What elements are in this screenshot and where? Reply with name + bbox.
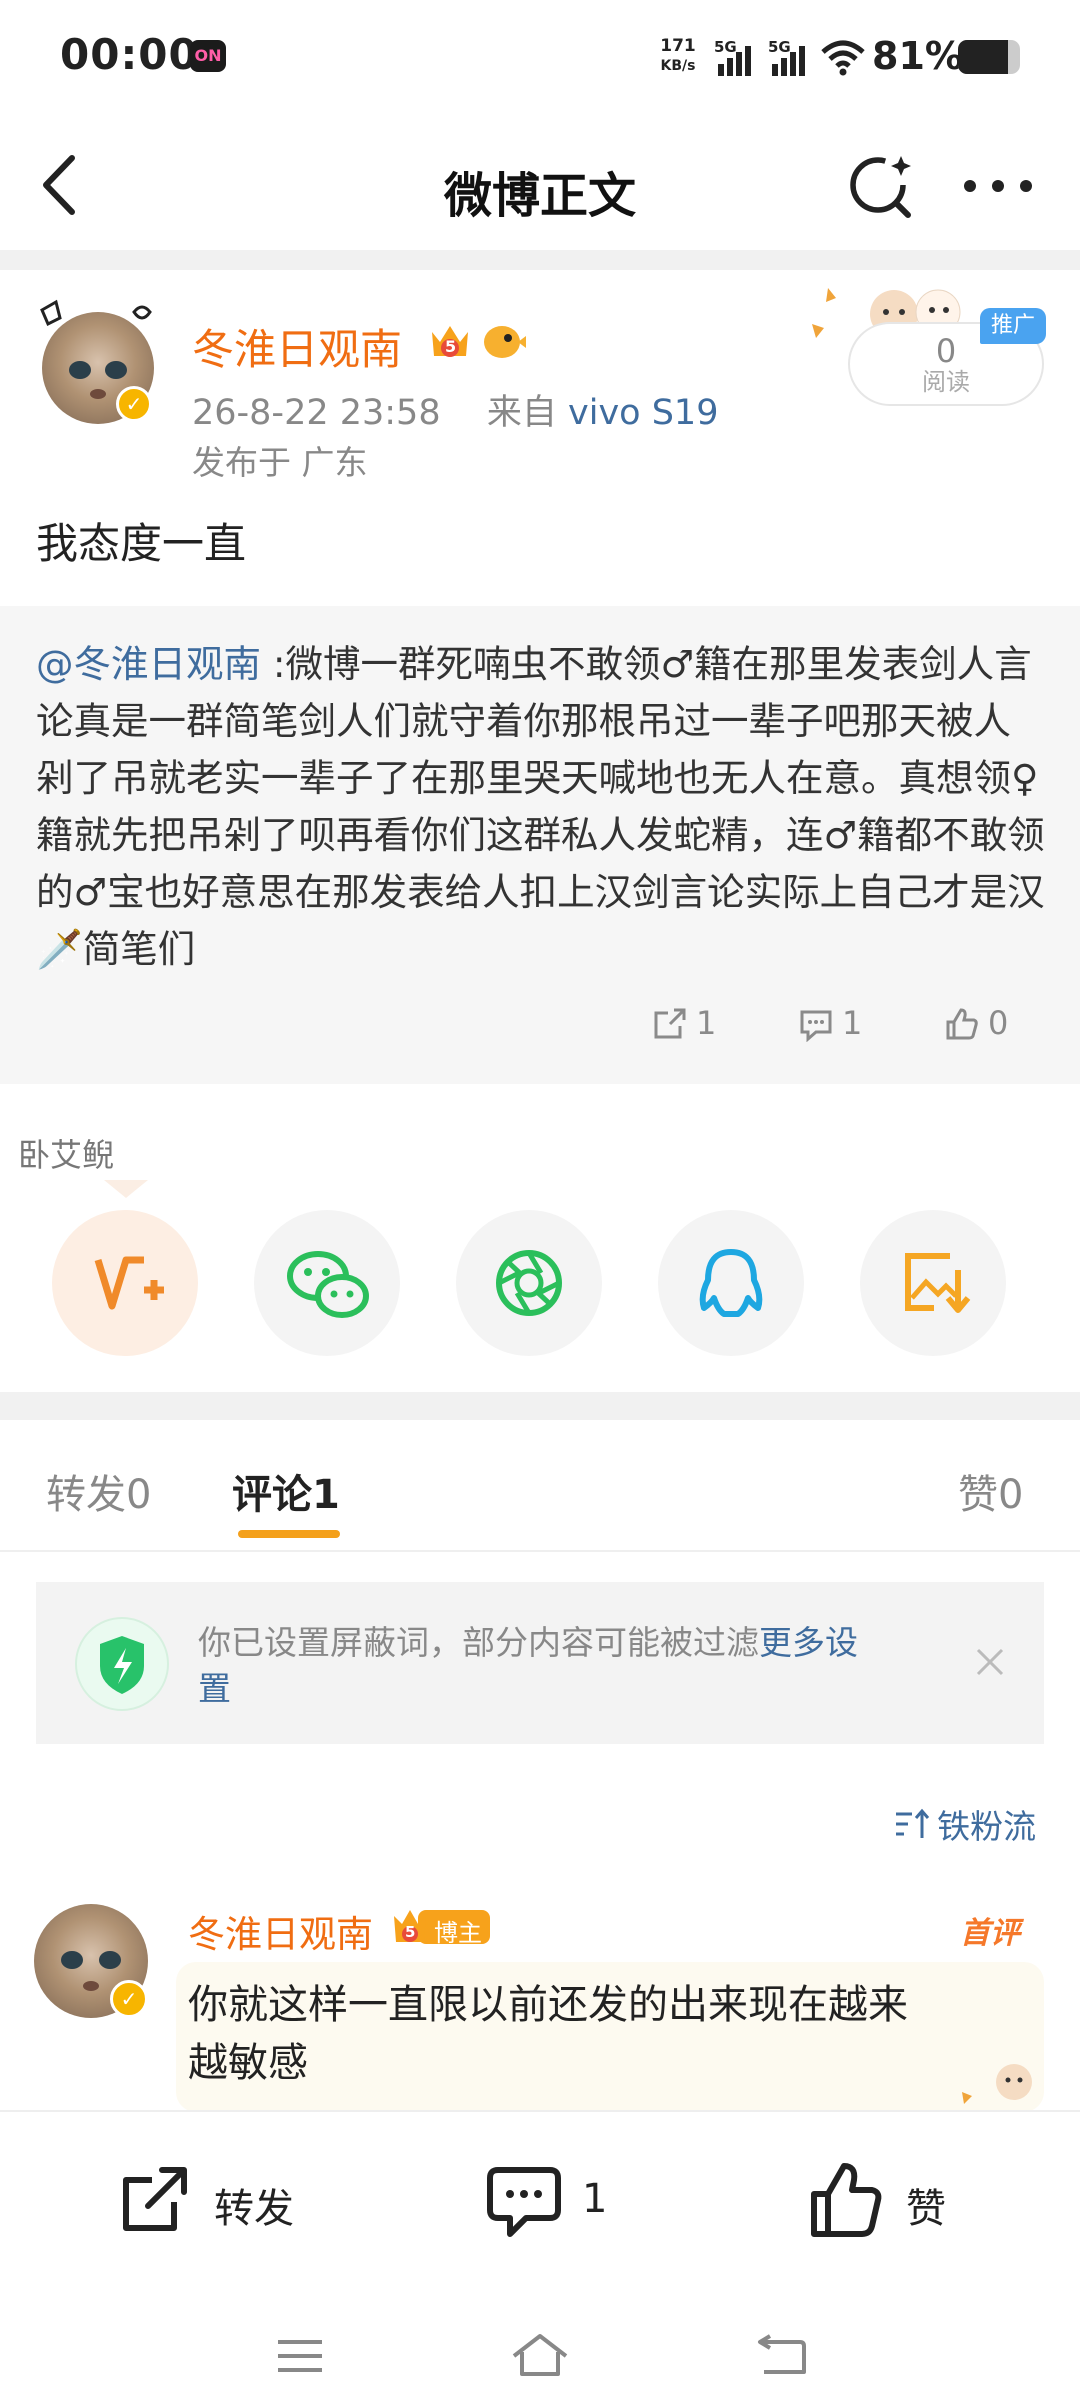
tab-likes-label: 赞 — [958, 1472, 998, 1518]
blogger-badge: 5 博主 — [392, 1904, 492, 1948]
share-save-image-button[interactable] — [860, 1210, 1006, 1356]
repost-content: @冬淮日观南 :微博一群死喃虫不敢领♂籍在那里发表剑人言论真是一群简笔剑人们就守… — [36, 636, 1046, 978]
signal-1-icon: 5G — [714, 38, 760, 78]
comment-author-name[interactable]: 冬淮日观南 — [188, 1904, 373, 1958]
post-avatar-wrapper[interactable]: ✓ — [34, 298, 160, 424]
page-title: 微博正文 — [443, 168, 636, 224]
post-meta: 26-8-22 23:58 来自 vivo S19 — [192, 384, 718, 435]
comment-icon[interactable] — [484, 2164, 564, 2240]
pufferfish-icon — [484, 326, 526, 358]
more-settings-link-cont[interactable]: 置 — [198, 1669, 231, 1708]
first-comment-tag: 首评 — [960, 1916, 1020, 1951]
promo-badge[interactable]: 推广 — [980, 308, 1046, 344]
comment-text: 你就这样一直限以前还发的出来现在越来 越敏感 — [188, 1976, 908, 2092]
bottom-action-bar: 转发 1 赞 — [0, 2110, 1080, 2400]
bottom-repost-label[interactable]: 转发 — [214, 2176, 294, 2234]
repost-comment-count: 1 — [842, 1004, 863, 1042]
filter-notice: 你已设置屏蔽词，部分内容可能被过滤更多设置 — [36, 1582, 1044, 1744]
filter-notice-message: 你已设置屏蔽词，部分内容可能被过滤 — [198, 1623, 759, 1662]
signal-2-icon: 5G — [768, 38, 814, 78]
home-nav-icon[interactable] — [508, 2330, 572, 2380]
tab-comments-count: 1 — [312, 1472, 340, 1518]
bottom-comment-count[interactable]: 1 — [582, 2176, 607, 2222]
post-text: 我态度一直 — [36, 519, 247, 568]
more-icon[interactable] — [962, 178, 1034, 194]
crown-level-number: 5 — [445, 337, 457, 356]
shield-icon — [75, 1617, 169, 1711]
tab-comments-label: 评论 — [232, 1472, 312, 1518]
repost-text: :微博一群死喃虫不敢领♂籍在那里发表剑人言论真是一群简笔剑人们就守着你那根吊过一… — [36, 642, 1045, 971]
verified-badge-icon: ✓ — [116, 386, 152, 422]
divider — [0, 1392, 1080, 1420]
battery-percent: 81% — [872, 34, 963, 78]
tab-likes-count: 0 — [998, 1472, 1024, 1518]
repost-like-count: 0 — [988, 1004, 1009, 1042]
qq-icon — [699, 1249, 763, 1317]
avatar-frame-decoration — [40, 299, 152, 327]
tab-comments[interactable]: 评论1 — [232, 1462, 340, 1520]
share-label-pointer — [104, 1180, 148, 1198]
bottom-like-label[interactable]: 赞 — [906, 2176, 946, 2234]
repost-like-icon[interactable] — [944, 1006, 980, 1042]
share-weibo-button[interactable] — [52, 1210, 198, 1356]
comment-text-line1: 你就这样一直限以前还发的出来现在越来 — [188, 1982, 908, 2028]
repost-icon[interactable] — [118, 2162, 194, 2238]
share-label: 卧艾鲵 — [18, 1136, 115, 1174]
like-icon[interactable] — [808, 2160, 884, 2240]
read-label: 阅读 — [922, 368, 970, 396]
search-icon[interactable] — [846, 150, 916, 220]
post-source-prefix: 来自 — [486, 393, 557, 433]
back-nav-icon[interactable] — [754, 2332, 810, 2380]
post-location: 发布于 广东 — [192, 443, 368, 482]
nav-bar: 微博正文 — [0, 112, 1080, 250]
post-author-name[interactable]: 冬淮日观南 — [192, 316, 402, 377]
repost-repost-count: 1 — [696, 1004, 717, 1042]
wechat-icon — [287, 1251, 369, 1318]
tab-reposts-label: 转发 — [46, 1472, 126, 1518]
save-image-icon — [905, 1253, 971, 1313]
sort-label: 铁粉流 — [937, 1807, 1037, 1846]
repost-comment-icon[interactable] — [798, 1008, 834, 1042]
crown-level-icon: 5 — [426, 318, 474, 364]
status-time: 00:00 — [60, 30, 199, 79]
sort-toggle[interactable]: 铁粉流 — [892, 1800, 1036, 1848]
comment-crown-level: 5 — [405, 1923, 416, 1941]
weibo-share-icon — [94, 1256, 164, 1310]
battery-icon — [958, 40, 1020, 74]
comment-avatar-wrapper[interactable]: ✓ — [34, 1904, 152, 2022]
repost-share-icon[interactable] — [652, 1006, 688, 1042]
active-tab-indicator — [238, 1530, 340, 1538]
comment-text-line2: 越敏感 — [188, 2040, 308, 2086]
network-speed: 171 KB/s — [650, 36, 706, 76]
close-icon[interactable] — [974, 1646, 1006, 1678]
wifi-icon — [821, 40, 865, 76]
network-speed-unit: KB/s — [660, 58, 696, 74]
post-time: 26-8-22 23:58 — [192, 393, 441, 433]
verified-badge-icon: ✓ — [110, 1980, 148, 2018]
tab-likes[interactable]: 赞0 — [958, 1462, 1023, 1520]
sticker-decoration — [962, 2064, 1032, 2104]
more-settings-link[interactable]: 更多设 — [759, 1623, 858, 1662]
share-qq-button[interactable] — [658, 1210, 804, 1356]
post-source-device[interactable]: vivo S19 — [568, 393, 718, 433]
network-speed-value: 171 — [660, 36, 696, 56]
status-bar: 00:00 ON 171 KB/s 5G 5G 81% — [0, 0, 1080, 112]
divider — [0, 1550, 1080, 1552]
share-moments-button[interactable] — [456, 1210, 602, 1356]
tab-reposts-count: 0 — [126, 1472, 152, 1518]
menu-nav-icon[interactable] — [274, 2336, 326, 2376]
filter-notice-text: 你已设置屏蔽词，部分内容可能被过滤更多设置 — [198, 1620, 978, 1712]
share-wechat-button[interactable] — [254, 1210, 400, 1356]
sort-icon — [896, 1808, 930, 1838]
blogger-badge-label: 博主 — [434, 1919, 482, 1947]
tab-reposts[interactable]: 转发0 — [46, 1462, 151, 1520]
comment-bubble[interactable]: 你就这样一直限以前还发的出来现在越来 越敏感 — [176, 1962, 1044, 2112]
divider — [0, 250, 1080, 270]
moments-icon — [496, 1250, 562, 1316]
tab-bar: 转发0 评论1 赞0 — [0, 1420, 1080, 1552]
on-app-icon: ON — [190, 40, 226, 72]
repost-card[interactable]: @冬淮日观南 :微博一群死喃虫不敢领♂籍在那里发表剑人言论真是一群简笔剑人们就守… — [0, 606, 1080, 1084]
battery-fill — [958, 40, 1009, 74]
repost-mention[interactable]: @冬淮日观南 — [36, 642, 261, 686]
